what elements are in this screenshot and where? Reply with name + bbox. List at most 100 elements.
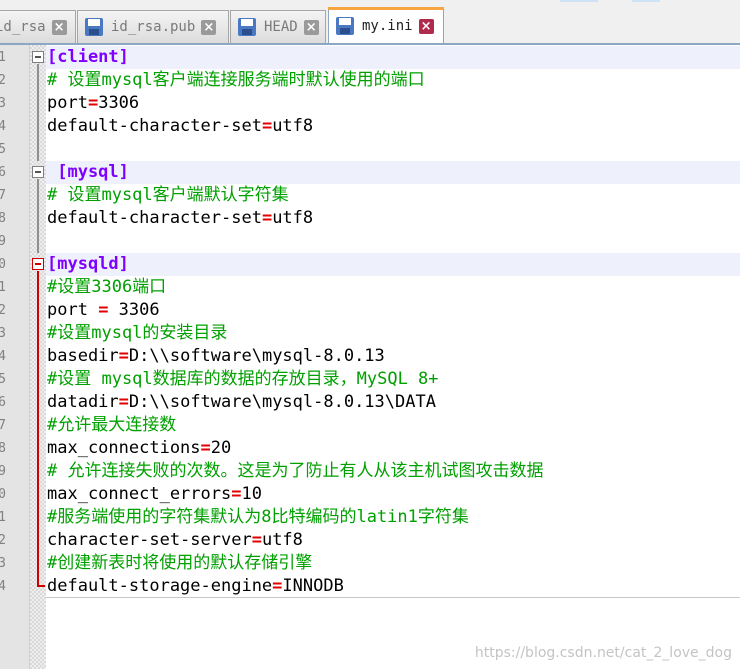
- value-token: 3306: [108, 300, 160, 320]
- value-token: 20: [210, 438, 232, 458]
- value-token: D:\\software\mysql-8.0.13\DATA: [128, 392, 436, 412]
- line-number: 1: [0, 46, 6, 69]
- line-text[interactable]: basedir=D:\\software\mysql-8.0.13: [47, 345, 740, 368]
- code-line[interactable]: 12 port = 3306: [0, 299, 740, 322]
- code-line[interactable]: 11 #设置3306端口: [0, 276, 740, 299]
- comment-token: # 设置mysql客户端默认字符集: [47, 185, 289, 205]
- line-number: 21: [0, 506, 6, 529]
- current-line-indicator: [46, 575, 740, 598]
- line-text[interactable]: default-character-set=utf8: [47, 115, 740, 138]
- line-number: 18: [0, 437, 6, 460]
- tab-label: my.ini: [362, 18, 413, 34]
- tab-my-ini[interactable]: my.ini ×: [328, 7, 444, 44]
- code-line[interactable]: 2 # 设置mysql客户端连接服务端时默认使用的端口: [0, 69, 740, 92]
- code-line[interactable]: 19 # 允许连接失败的次数。这是为了防止有人从该主机试图攻击数据: [0, 460, 740, 483]
- code-line[interactable]: 21 #服务端使用的字符集默认为8比特编码的latin1字符集: [0, 506, 740, 529]
- line-text[interactable]: [mysqld]: [47, 253, 740, 276]
- line-number-text: 22: [0, 533, 6, 548]
- line-number-text: 15: [0, 372, 6, 387]
- code-line[interactable]: 23 #创建新表时将使用的默认存储引擎: [0, 552, 740, 575]
- line-number: 3: [0, 92, 6, 115]
- line-text[interactable]: datadir=D:\\software\mysql-8.0.13\DATA: [47, 391, 740, 414]
- tab-label: id_rsa.pub: [111, 19, 196, 35]
- line-text[interactable]: port=3306: [47, 92, 740, 115]
- line-text[interactable]: # 设置mysql客户端连接服务端时默认使用的端口: [47, 69, 740, 92]
- code-line[interactable]: 16 datadir=D:\\software\mysql-8.0.13\DATA: [0, 391, 740, 414]
- key-token: default-character-set: [47, 208, 262, 228]
- tab-id-rsa-pub[interactable]: id_rsa.pub ×: [77, 10, 229, 43]
- line-text[interactable]: #创建新表时将使用的默认存储引擎: [47, 552, 740, 575]
- fold-guide: [37, 64, 39, 161]
- close-icon[interactable]: ×: [51, 19, 67, 35]
- code-line[interactable]: 14 basedir=D:\\software\mysql-8.0.13: [0, 345, 740, 368]
- fold-toggle-icon[interactable]: [32, 166, 44, 178]
- line-number: 19: [0, 460, 6, 483]
- code-line[interactable]: 5: [0, 138, 740, 161]
- line-number: 6: [0, 161, 6, 184]
- line-number: 23: [0, 552, 6, 575]
- line-text[interactable]: #设置3306端口: [47, 276, 740, 299]
- line-text[interactable]: port = 3306: [47, 299, 740, 322]
- line-text[interactable]: [client]: [47, 46, 740, 69]
- line-text[interactable]: max_connections=20: [47, 437, 740, 460]
- code-line[interactable]: 9: [0, 230, 740, 253]
- line-number: 14: [0, 345, 6, 368]
- line-number-text: 14: [0, 349, 6, 364]
- comment-token: # 设置mysql客户端连接服务端时默认使用的端口: [47, 70, 425, 90]
- close-icon[interactable]: ×: [201, 19, 217, 35]
- operator-token: =: [251, 530, 262, 550]
- line-number-text: 18: [0, 441, 6, 456]
- section-header-line[interactable]: 10 [mysqld]: [0, 253, 740, 276]
- line-text[interactable]: #设置mysql的安装目录: [47, 322, 740, 345]
- fold-toggle-icon[interactable]: [32, 51, 44, 63]
- line-number: 20: [0, 483, 6, 506]
- watermark: https://blog.csdn.net/cat_2_love_dog: [474, 645, 732, 661]
- code-line[interactable]: 15 #设置 mysql数据库的数据的存放目录，MySQL 8+: [0, 368, 740, 391]
- line-text[interactable]: default-character-set=utf8: [47, 207, 740, 230]
- disk-icon: [336, 17, 354, 35]
- comment-token: # 允许连接失败的次数。这是为了防止有人从该主机试图攻击数据: [47, 461, 544, 481]
- line-text[interactable]: [47, 138, 740, 161]
- fold-toggle-icon[interactable]: [32, 258, 44, 270]
- line-text[interactable]: #允许最大连接数: [47, 414, 740, 437]
- line-number-text: 6: [0, 165, 6, 180]
- line-number: 24: [0, 575, 6, 598]
- code-line[interactable]: 18 max_connections=20: [0, 437, 740, 460]
- key-token: port: [47, 300, 99, 320]
- code-line[interactable]: 17 #允许最大连接数: [0, 414, 740, 437]
- line-text[interactable]: # 允许连接失败的次数。这是为了防止有人从该主机试图攻击数据: [47, 460, 740, 483]
- line-number-text: 5: [0, 142, 6, 157]
- line-text[interactable]: character-set-server=utf8: [47, 529, 740, 552]
- section-header-line[interactable]: 6 [mysql]: [0, 161, 740, 184]
- code-line[interactable]: 13 #设置mysql的安装目录: [0, 322, 740, 345]
- code-line[interactable]: 4 default-character-set=utf8: [0, 115, 740, 138]
- key-token: port: [47, 93, 88, 113]
- line-number: 8: [0, 207, 6, 230]
- value-token: utf8: [272, 208, 314, 228]
- line-text[interactable]: #设置 mysql数据库的数据的存放目录，MySQL 8+: [47, 368, 740, 391]
- line-number-text: 12: [0, 303, 6, 318]
- section-header-line[interactable]: 1 [client]: [0, 46, 740, 69]
- code-line[interactable]: 3 port=3306: [0, 92, 740, 115]
- line-text[interactable]: [mysql]: [47, 161, 740, 184]
- key-token: default-character-set: [47, 116, 262, 136]
- line-text[interactable]: [47, 230, 740, 253]
- tab-head[interactable]: HEAD ×: [230, 10, 326, 43]
- code-line[interactable]: 8 default-character-set=utf8: [0, 207, 740, 230]
- code-line[interactable]: 7 # 设置mysql客户端默认字符集: [0, 184, 740, 207]
- line-number: 13: [0, 322, 6, 345]
- tab-id-rsa[interactable]: id_rsa ×: [0, 10, 76, 43]
- code-line[interactable]: 20 max_connect_errors=10: [0, 483, 740, 506]
- line-number: 11: [0, 276, 6, 299]
- line-number-text: 16: [0, 395, 6, 410]
- tab-label: HEAD: [264, 19, 298, 35]
- line-number: 15: [0, 368, 6, 391]
- line-text[interactable]: max_connect_errors=10: [47, 483, 740, 506]
- editor[interactable]: 1 [client] 2 # 设置mysql客户端连接服务端时默认使用的端口 3 port…: [0, 45, 740, 669]
- line-number: 22: [0, 529, 6, 552]
- close-icon[interactable]: ×: [303, 19, 319, 35]
- code-line[interactable]: 22 character-set-server=utf8: [0, 529, 740, 552]
- line-text[interactable]: # 设置mysql客户端默认字符集: [47, 184, 740, 207]
- close-icon[interactable]: ×: [418, 18, 434, 34]
- line-text[interactable]: #服务端使用的字符集默认为8比特编码的latin1字符集: [47, 506, 740, 529]
